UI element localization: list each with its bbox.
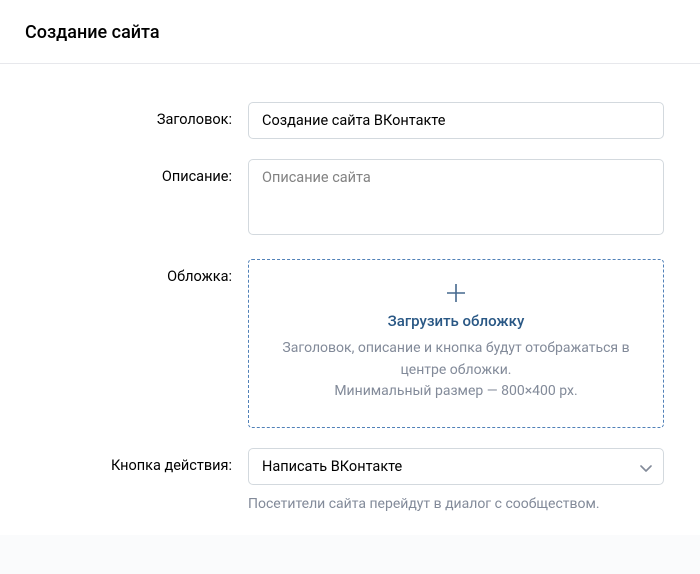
action-button-select[interactable]: Написать ВКонтакте bbox=[248, 448, 664, 485]
action-button-label: Кнопка действия: bbox=[0, 448, 248, 515]
action-button-field-wrap: Написать ВКонтакте Посетители сайта пере… bbox=[248, 448, 664, 515]
action-button-selected-value: Написать ВКонтакте bbox=[262, 458, 402, 475]
description-label: Описание: bbox=[0, 159, 248, 239]
description-input[interactable] bbox=[248, 159, 664, 235]
action-button-select-wrap: Написать ВКонтакте bbox=[248, 448, 664, 485]
page-header: Создание сайта bbox=[0, 0, 700, 64]
row-cover: Обложка: Загрузить обложку Заголовок, оп… bbox=[0, 259, 664, 428]
page-title: Создание сайта bbox=[25, 22, 675, 43]
cover-upload-area[interactable]: Загрузить обложку Заголовок, описание и … bbox=[248, 259, 664, 428]
plus-icon bbox=[445, 282, 467, 304]
title-label: Заголовок: bbox=[0, 102, 248, 139]
cover-desc-line2: Минимальный размер — 800×400 px. bbox=[334, 383, 577, 399]
description-field-wrap bbox=[248, 159, 664, 239]
row-description: Описание: bbox=[0, 159, 664, 239]
cover-label: Обложка: bbox=[0, 259, 248, 428]
cover-upload-description: Заголовок, описание и кнопка будут отобр… bbox=[273, 338, 639, 403]
title-field-wrap bbox=[248, 102, 664, 139]
cover-desc-line1: Заголовок, описание и кнопка будут отобр… bbox=[282, 340, 629, 378]
row-title: Заголовок: bbox=[0, 102, 664, 139]
cover-upload-title: Загрузить обложку bbox=[273, 312, 639, 330]
title-input[interactable] bbox=[248, 102, 664, 139]
row-action-button: Кнопка действия: Написать ВКонтакте Посе… bbox=[0, 448, 664, 515]
cover-field-wrap: Загрузить обложку Заголовок, описание и … bbox=[248, 259, 664, 428]
action-button-hint: Посетители сайта перейдут в диалог с соо… bbox=[248, 494, 664, 515]
form-area: Заголовок: Описание: Обложка: Загрузить … bbox=[0, 64, 700, 535]
